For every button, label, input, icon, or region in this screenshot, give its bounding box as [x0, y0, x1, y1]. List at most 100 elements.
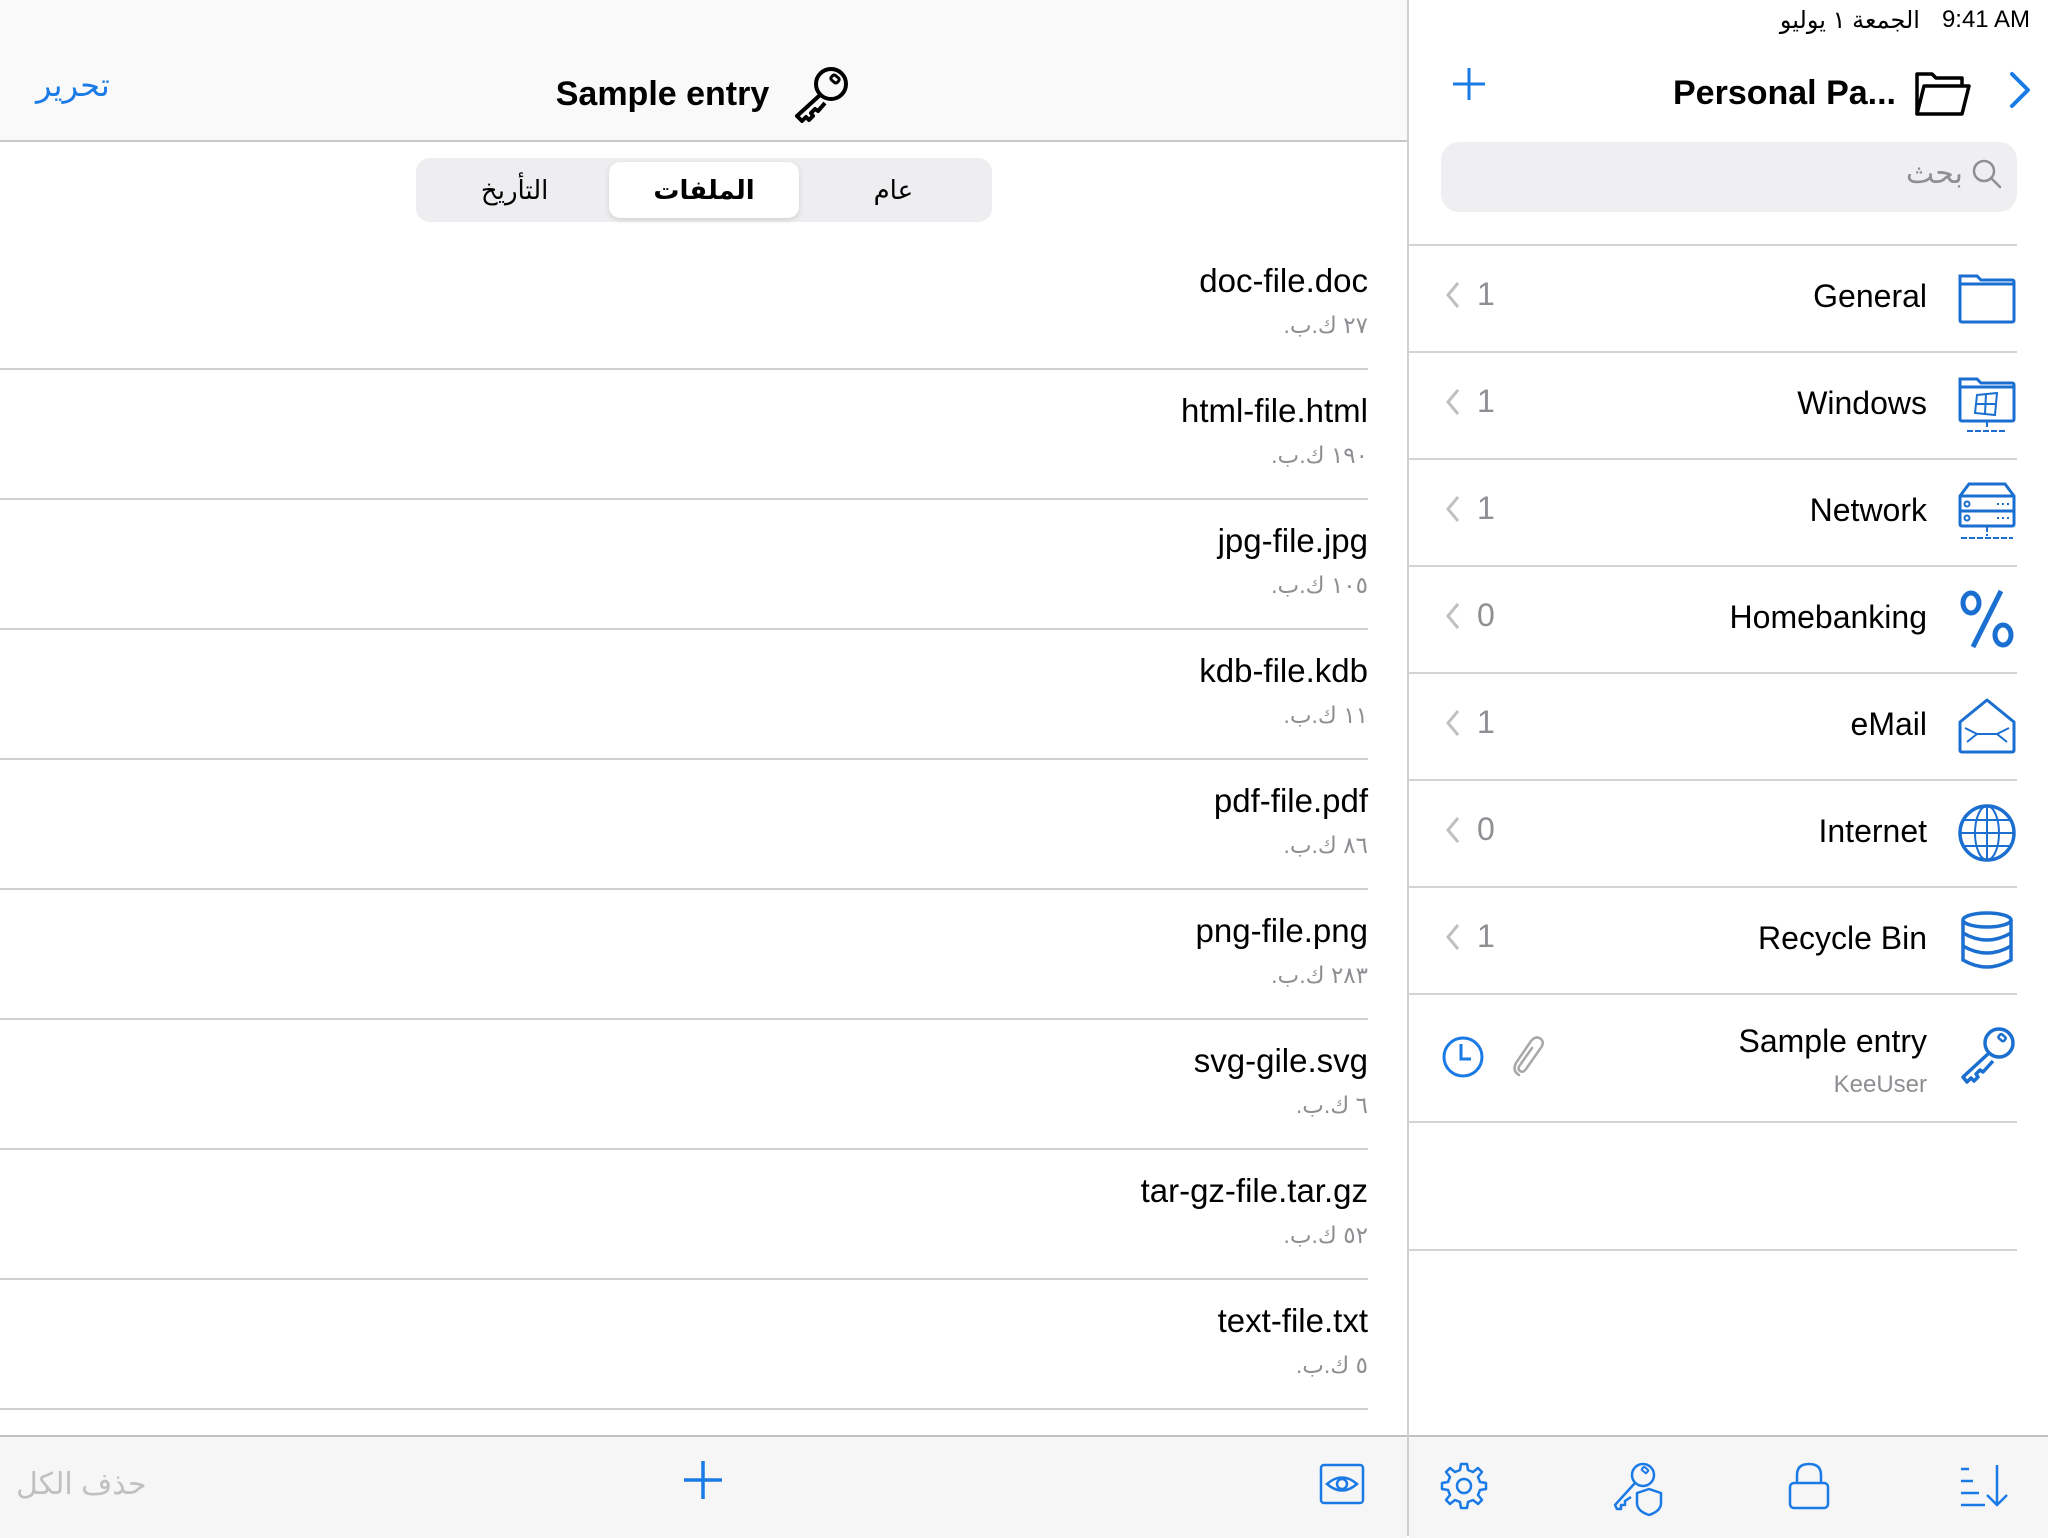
- file-size: ٢٨٣ ك.ب.: [1271, 962, 1368, 988]
- group-row-email[interactable]: 1 eMail: [1409, 672, 2017, 779]
- envelope-icon: [1958, 698, 2016, 754]
- database-title: Personal Pa...: [1673, 68, 1972, 118]
- detail-title: Sample entry: [0, 64, 1407, 124]
- segment-general[interactable]: عام: [799, 162, 988, 218]
- group-row-recycle-bin[interactable]: 1 Recycle Bin: [1409, 886, 2017, 993]
- clock-icon: [1442, 1036, 1484, 1078]
- file-row[interactable]: svg-gile.svg ٦ ك.ب.: [0, 1020, 1368, 1150]
- file-name: text-file.txt: [1217, 1302, 1368, 1339]
- server-icon: [1958, 482, 2016, 539]
- chevron-left-icon: [1446, 496, 1460, 522]
- key-shield-icon: [1613, 1462, 1663, 1517]
- file-name: tar-gz-file.tar.gz: [1140, 1172, 1368, 1209]
- detail-title-text: Sample entry: [555, 74, 770, 113]
- status-bar-right: الجمعة ١ يوليو 9:41 AM: [1780, 6, 2030, 35]
- sort-icon: [1961, 1465, 2008, 1507]
- preview-button[interactable]: [1319, 1463, 1365, 1510]
- lock-icon: [1788, 1462, 1830, 1510]
- file-size: ٢٧ ك.ب.: [1283, 312, 1369, 338]
- group-list-panel: الجمعة ١ يوليو 9:41 AM Personal Pa... بح…: [1409, 0, 2048, 1538]
- add-file-button[interactable]: [680, 1457, 726, 1508]
- chevron-left-icon: [1446, 924, 1460, 950]
- search-field[interactable]: بحث: [1441, 142, 2017, 212]
- windows-folder-icon: [1958, 377, 2016, 432]
- group-list: 1 General 1 Windows 1 Network 0 Homebank…: [1409, 244, 2017, 1377]
- group-label: Network: [1809, 492, 1927, 528]
- group-label: Recycle Bin: [1758, 920, 1927, 956]
- add-item-button[interactable]: [1451, 66, 1487, 107]
- file-row[interactable]: tar-gz-file.tar.gz ٥٢ ك.ب.: [0, 1150, 1368, 1280]
- entry-username: KeeUser: [1833, 1071, 1927, 1098]
- file-name: doc-file.doc: [1199, 262, 1368, 299]
- group-count: 1: [1477, 276, 1495, 312]
- file-size: ٥ ك.ب.: [1295, 1352, 1368, 1378]
- key-icon: [1961, 1027, 2015, 1084]
- detail-toolbar: حذف الكل: [0, 1435, 1407, 1538]
- group-row-windows[interactable]: 1 Windows: [1409, 351, 2017, 458]
- group-row-network[interactable]: 1 Network: [1409, 458, 2017, 565]
- file-name: png-file.png: [1195, 912, 1368, 949]
- group-count: 1: [1477, 383, 1495, 419]
- chevron-left-icon: [1446, 282, 1460, 308]
- file-row[interactable]: pdf-file.pdf ٨٦ ك.ب.: [0, 760, 1368, 890]
- file-name: jpg-file.jpg: [1217, 522, 1368, 559]
- file-row[interactable]: html-file.html ١٩٠ ك.ب.: [0, 370, 1368, 500]
- password-generator-button[interactable]: [1611, 1461, 1667, 1522]
- chevron-left-icon: [1446, 603, 1460, 629]
- eye-icon: [1319, 1463, 1365, 1505]
- chevron-left-icon: [1446, 817, 1460, 843]
- master-toolbar: [1409, 1435, 2048, 1538]
- file-row[interactable]: png-file.png ٢٨٣ ك.ب.: [0, 890, 1368, 1020]
- status-time: 9:41 AM: [1941, 6, 2030, 33]
- group-label: Internet: [1818, 813, 1927, 849]
- file-size: ٥٢ ك.ب.: [1283, 1222, 1369, 1248]
- group-count: 1: [1477, 918, 1495, 954]
- file-size: ١١ ك.ب.: [1283, 702, 1369, 728]
- folder-icon: [1958, 274, 2016, 324]
- file-row[interactable]: kdb-file.kdb ١١ ك.ب.: [0, 630, 1368, 760]
- file-row[interactable]: text-file.txt ٥ ك.ب.: [0, 1280, 1368, 1410]
- entry-row-sample[interactable]: Sample entry KeeUser: [1409, 993, 2017, 1121]
- group-count: 0: [1477, 811, 1495, 847]
- group-label: Windows: [1797, 385, 1927, 421]
- chevron-left-icon: [1446, 710, 1460, 736]
- segment-files[interactable]: الملفات: [609, 162, 799, 218]
- chevron-right-icon: [2010, 72, 2030, 108]
- segment-history[interactable]: التأريخ: [420, 162, 609, 218]
- file-row[interactable]: jpg-file.jpg ١٠٥ ك.ب.: [0, 500, 1368, 630]
- group-row-homebanking[interactable]: 0 Homebanking: [1409, 565, 2017, 672]
- section-segmented-control: عام الملفات التأريخ: [416, 158, 992, 222]
- group-count: 0: [1477, 597, 1495, 633]
- plus-icon: [684, 1461, 722, 1499]
- file-name: svg-gile.svg: [1193, 1042, 1368, 1079]
- group-label: Homebanking: [1729, 599, 1927, 635]
- paperclip-icon: [1513, 1036, 1544, 1077]
- group-row-general[interactable]: 1 General: [1409, 244, 2017, 351]
- chevron-left-icon: [1446, 389, 1460, 415]
- file-size: ١٩٠ ك.ب.: [1271, 442, 1368, 468]
- file-size: ٦ ك.ب.: [1295, 1092, 1368, 1118]
- settings-button[interactable]: [1439, 1461, 1489, 1516]
- globe-icon: [1958, 804, 2016, 862]
- entry-title: Sample entry: [1738, 1023, 1927, 1059]
- empty-row: [1409, 1121, 2017, 1249]
- group-label: General: [1813, 278, 1927, 314]
- database-icon: [1961, 911, 2013, 969]
- group-count: 1: [1477, 704, 1495, 740]
- sort-button[interactable]: [1959, 1461, 2009, 1516]
- forward-button[interactable]: [2008, 70, 2032, 115]
- group-label: eMail: [1850, 706, 1927, 742]
- delete-all-button[interactable]: حذف الكل: [16, 1467, 147, 1502]
- empty-row: [1409, 1249, 2017, 1377]
- file-row[interactable]: doc-file.doc ٢٧ ك.ب.: [0, 240, 1368, 370]
- percent-icon: [1960, 589, 2014, 649]
- group-row-internet[interactable]: 0 Internet: [1409, 779, 2017, 886]
- status-date: الجمعة ١ يوليو: [1779, 7, 1920, 34]
- search-placeholder: بحث: [1905, 157, 1963, 190]
- file-size: ١٠٥ ك.ب.: [1271, 572, 1368, 598]
- key-icon: [795, 67, 849, 123]
- file-name: pdf-file.pdf: [1213, 782, 1368, 819]
- group-count: 1: [1477, 490, 1495, 526]
- lock-button[interactable]: [1787, 1461, 1831, 1516]
- file-name: html-file.html: [1180, 392, 1368, 429]
